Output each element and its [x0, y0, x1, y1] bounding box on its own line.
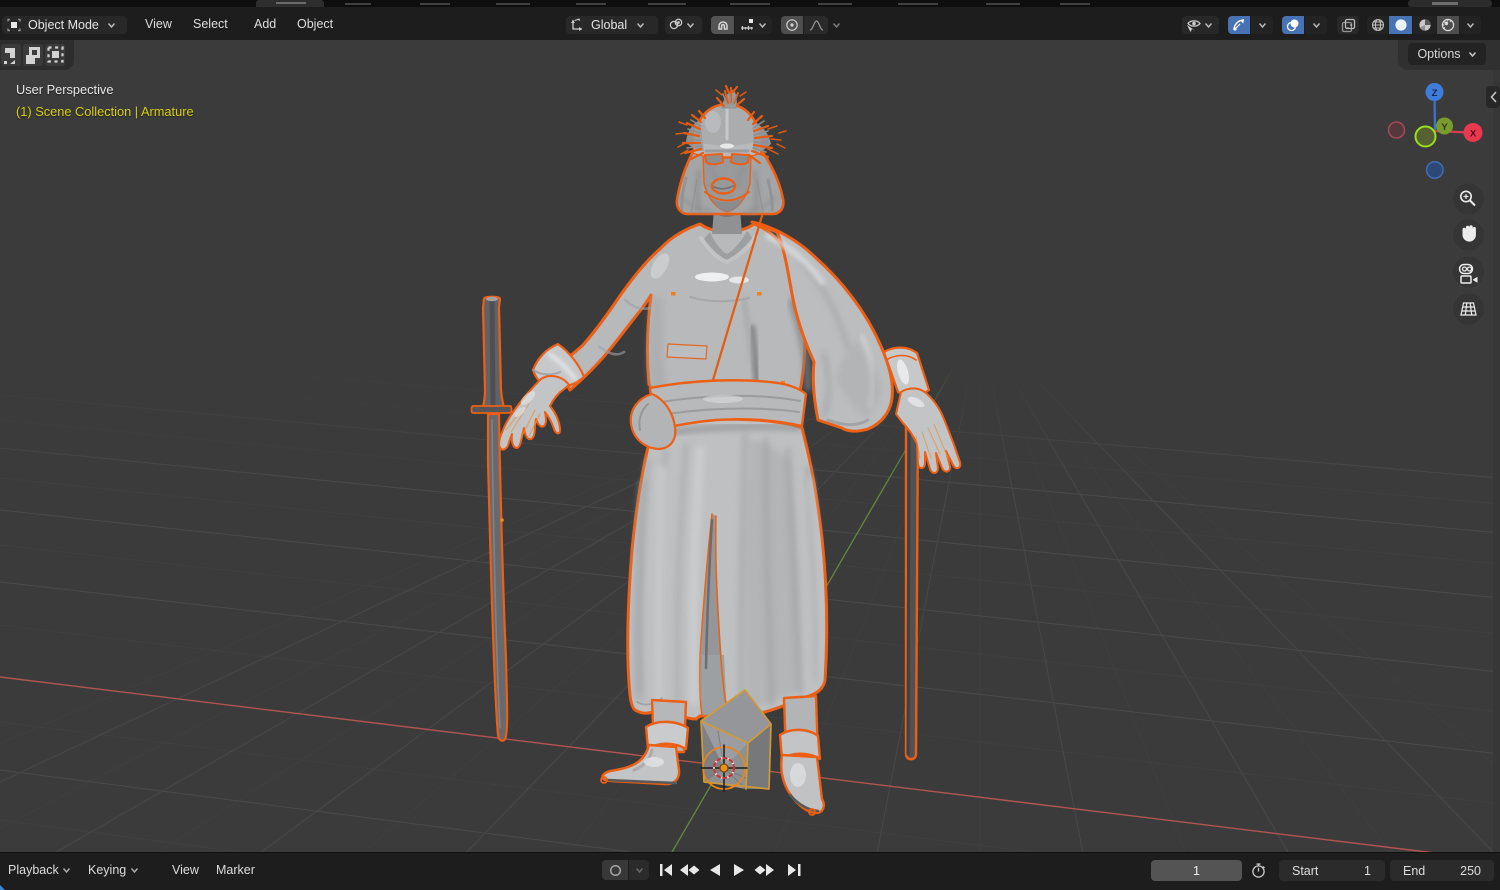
svg-text:X: X	[1470, 129, 1477, 140]
svg-text:Y: Y	[1441, 122, 1448, 133]
svg-text:Z: Z	[1432, 88, 1438, 99]
